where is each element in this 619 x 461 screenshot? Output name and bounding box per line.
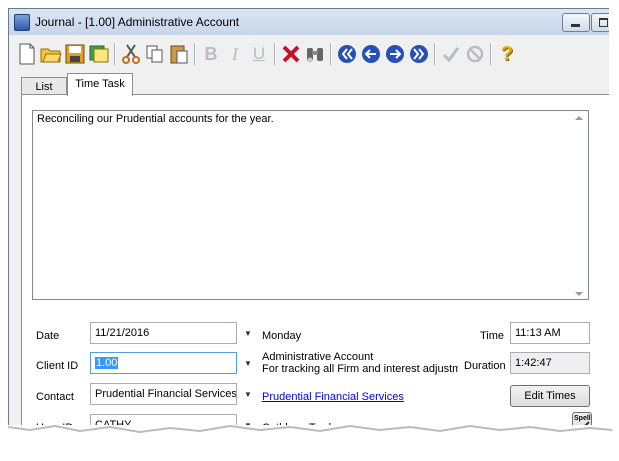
paste-button[interactable]: [167, 42, 191, 66]
scroll-down-icon: [575, 292, 583, 296]
cancel-icon: [466, 45, 484, 63]
scroll-up-icon: [575, 116, 583, 120]
toolbar-separator: [114, 43, 116, 65]
time-label: Time: [480, 330, 505, 342]
chevron-down-icon: ▼: [244, 389, 252, 399]
weekday-text: Monday: [262, 330, 302, 342]
torn-edge: [0, 424, 619, 458]
help-button[interactable]: ?: [495, 42, 519, 66]
chevron-down-icon: ▼: [244, 358, 252, 368]
notes-textarea[interactable]: Reconciling our Prudential accounts for …: [32, 110, 589, 300]
italic-icon: I: [232, 43, 238, 64]
cut-button[interactable]: [119, 42, 143, 66]
client-id-field[interactable]: 1.00: [90, 352, 237, 374]
italic-button[interactable]: I: [223, 42, 247, 66]
cut-icon: [122, 44, 140, 64]
time-task-panel: Reconciling our Prudential accounts for …: [21, 94, 609, 447]
previous-record-button[interactable]: [359, 42, 383, 66]
journal-window: Journal - [1.00] Administrative Account: [8, 8, 609, 447]
next-record-icon: [386, 45, 404, 63]
edit-times-button[interactable]: Edit Times: [510, 385, 590, 407]
cancel-button[interactable]: [463, 42, 487, 66]
maximize-button[interactable]: [591, 13, 609, 32]
date-dropdown[interactable]: ▼: [239, 322, 257, 344]
duration-label: Duration: [464, 360, 506, 372]
notes-button[interactable]: [87, 42, 111, 66]
duration-field: 1:42:47: [510, 352, 590, 374]
contact-link[interactable]: Prudential Financial Services: [262, 391, 404, 403]
bold-button[interactable]: B: [199, 42, 223, 66]
notes-icon: [89, 45, 109, 63]
toolbar-separator: [434, 43, 436, 65]
last-record-icon: [410, 45, 428, 63]
client-id-selection: 1.00: [95, 357, 119, 369]
accept-button[interactable]: [439, 42, 463, 66]
copy-icon: [146, 45, 163, 63]
time-field[interactable]: 11:13 AM: [510, 322, 590, 344]
copy-button[interactable]: [143, 42, 167, 66]
date-field[interactable]: 11/21/2016: [90, 322, 237, 344]
find-button[interactable]: [303, 42, 327, 66]
save-button[interactable]: [63, 42, 87, 66]
checkmark-icon: [442, 47, 460, 63]
open-folder-icon: [40, 48, 62, 63]
toolbar-separator: [330, 43, 332, 65]
maximize-icon: [599, 18, 608, 27]
underline-icon: U: [252, 44, 266, 63]
minimize-icon: [571, 24, 580, 27]
bold-icon: B: [204, 43, 218, 64]
client-id-label: Client ID: [36, 360, 79, 372]
first-record-icon: [338, 45, 356, 63]
toolbar-separator: [490, 43, 492, 65]
delete-button[interactable]: [279, 42, 303, 66]
client-description-text: For tracking all Firm and interest adjus…: [262, 363, 458, 375]
chevron-down-icon: ▼: [244, 328, 252, 338]
tab-time-task[interactable]: Time Task: [67, 73, 133, 96]
new-document-button[interactable]: [15, 42, 39, 66]
last-record-button[interactable]: [407, 42, 431, 66]
app-icon: [14, 14, 30, 31]
client-id-dropdown[interactable]: ▼: [239, 352, 257, 374]
new-document-icon: [19, 43, 35, 65]
delete-icon: [282, 45, 300, 63]
binoculars-icon: [307, 48, 323, 63]
save-icon: [65, 44, 85, 64]
torn-edge-shadow: [7, 424, 613, 434]
notes-text: Reconciling our Prudential accounts for …: [37, 113, 274, 125]
client-name-text: Administrative Account: [262, 351, 374, 363]
previous-record-icon: [362, 45, 380, 63]
toolbar-separator: [194, 43, 196, 65]
minimize-button[interactable]: [562, 13, 590, 32]
date-label: Date: [36, 330, 60, 342]
toolbar-separator: [274, 43, 276, 65]
contact-label: Contact: [36, 391, 74, 403]
title-bar[interactable]: Journal - [1.00] Administrative Account: [9, 9, 609, 35]
notes-scrollbar[interactable]: [572, 114, 586, 298]
paste-icon: [170, 45, 188, 64]
contact-field[interactable]: Prudential Financial Services: [90, 383, 237, 405]
next-record-button[interactable]: [383, 42, 407, 66]
first-record-button[interactable]: [335, 42, 359, 66]
toolbar: B I U ?: [11, 36, 607, 70]
contact-dropdown[interactable]: ▼: [239, 383, 257, 405]
help-icon: ?: [500, 42, 514, 65]
open-button[interactable]: [39, 42, 63, 66]
underline-button[interactable]: U: [247, 42, 271, 66]
window-title: Journal - [1.00] Administrative Account: [35, 15, 240, 29]
